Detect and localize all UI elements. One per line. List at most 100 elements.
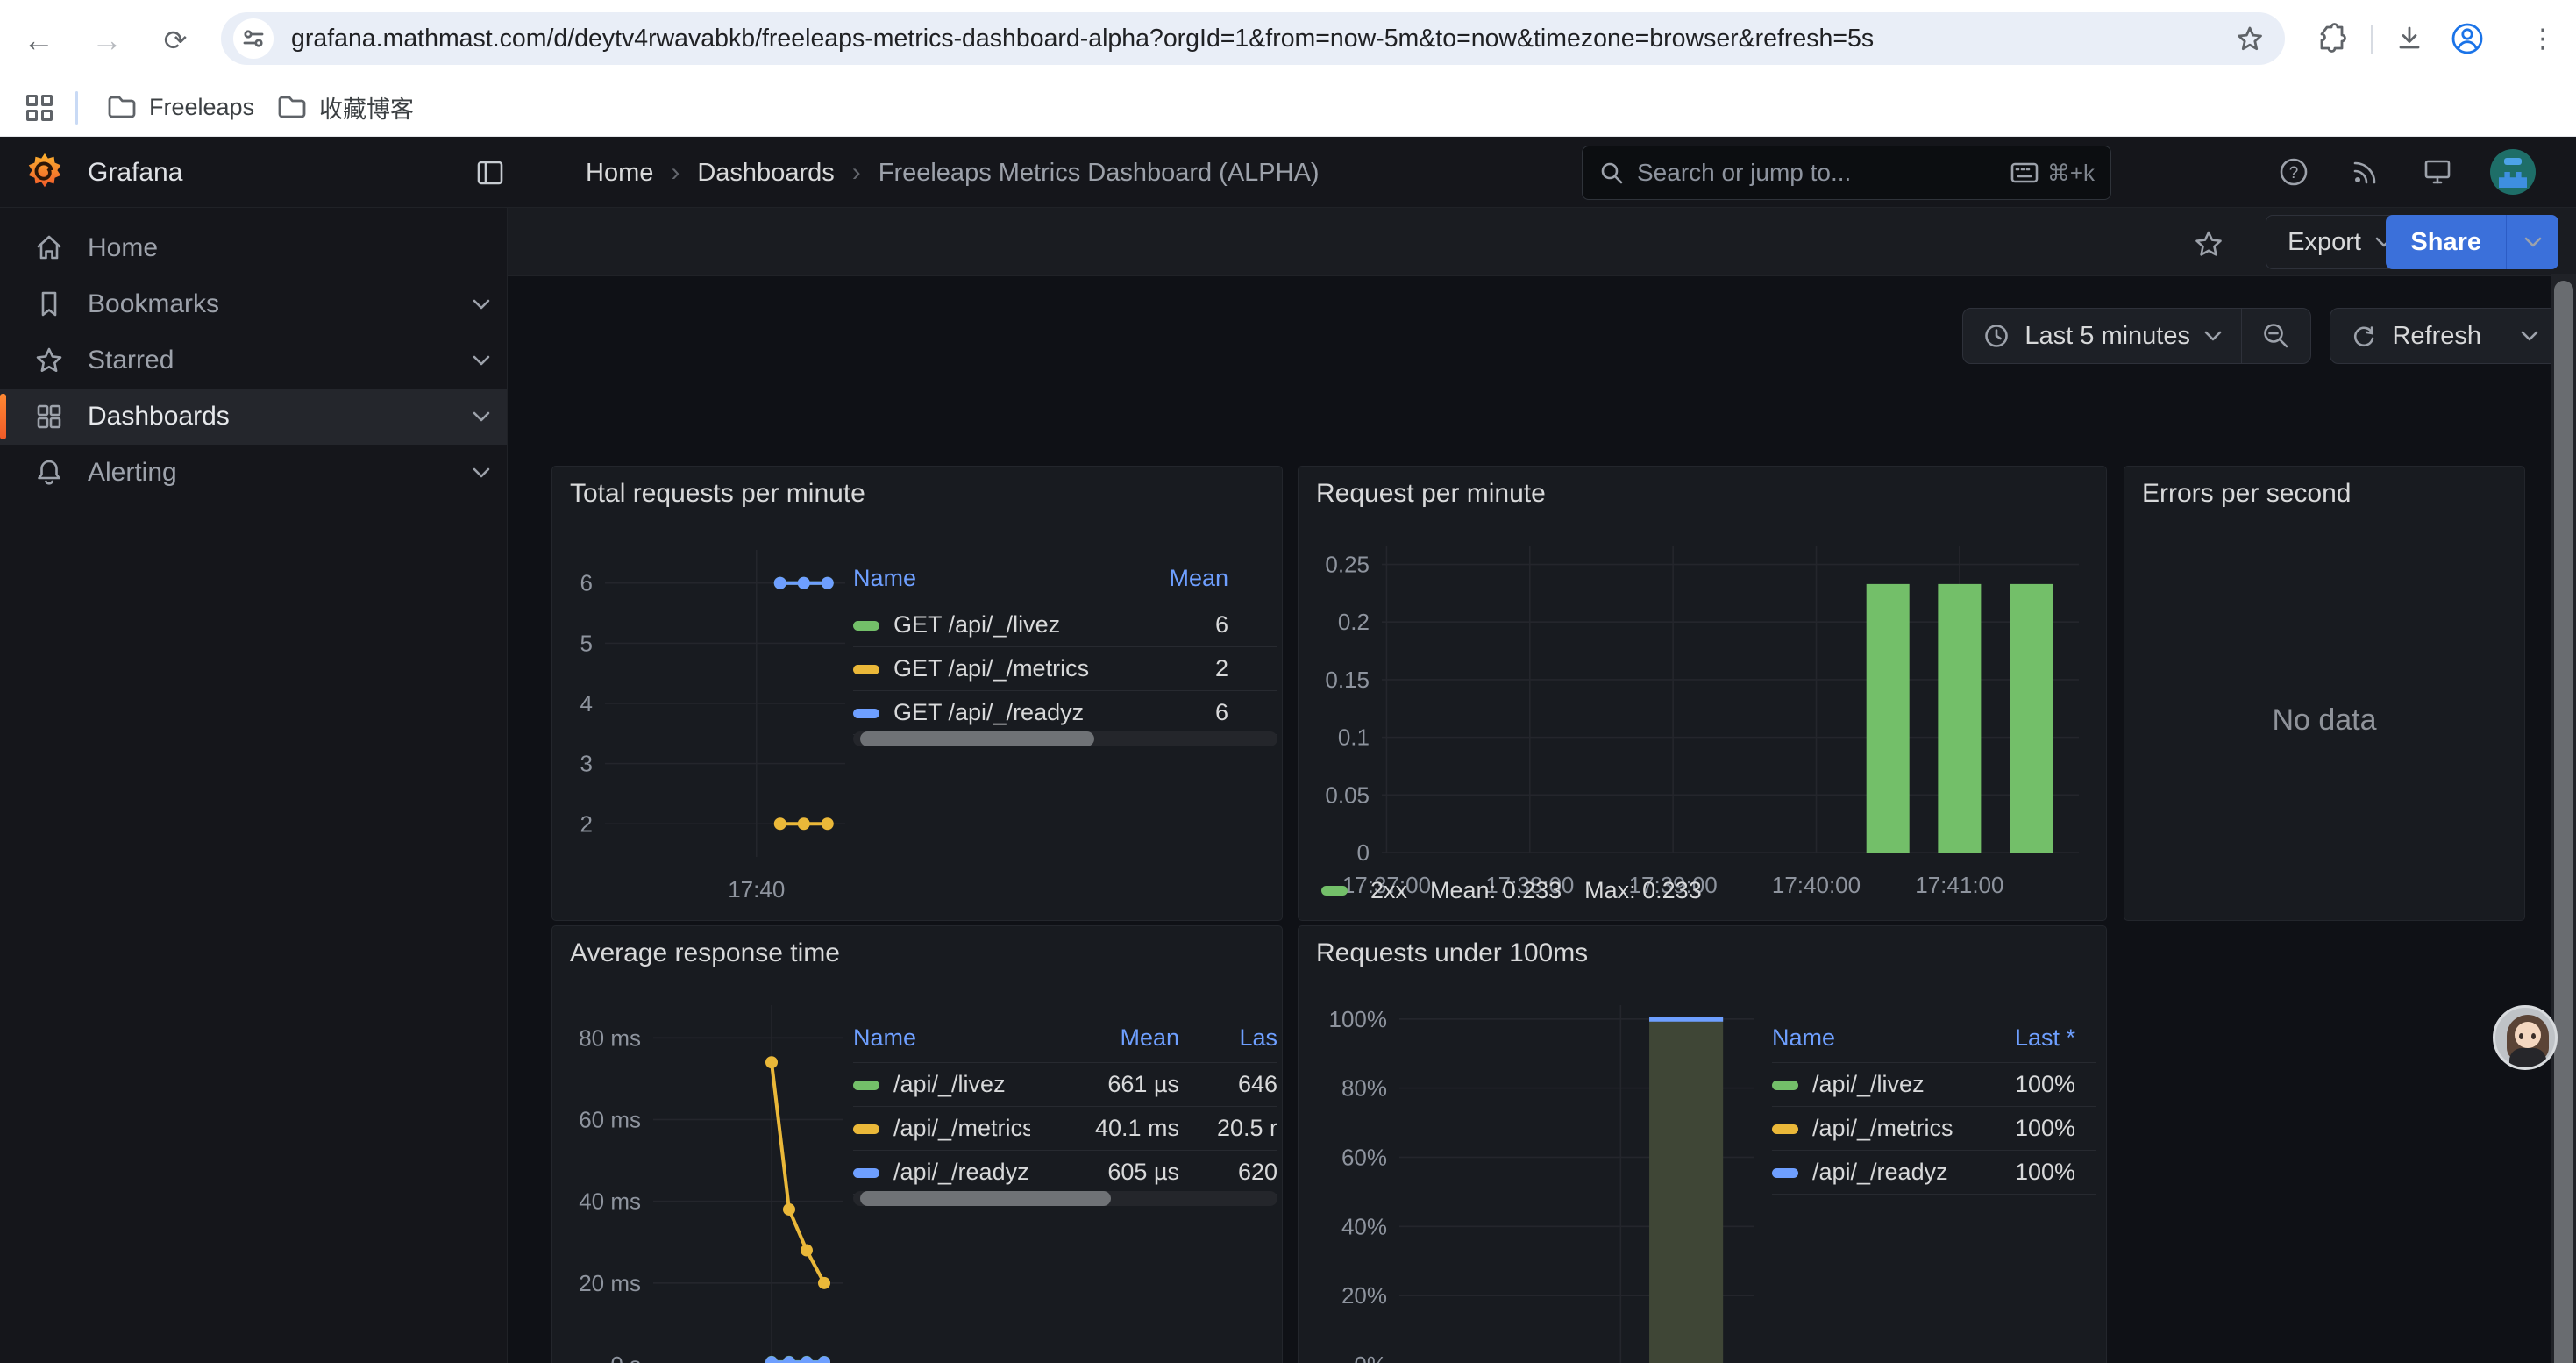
address-bar[interactable]	[221, 12, 2285, 65]
svg-text:0 s: 0 s	[610, 1352, 641, 1363]
legend-row[interactable]: /api/_/metrics 100%	[1772, 1107, 2096, 1151]
legend-row[interactable]: /api/_/livez 100%	[1772, 1063, 2096, 1107]
assistant-avatar-widget[interactable]	[2493, 1005, 2558, 1070]
share-label: Share	[2410, 228, 2481, 257]
grafana-app: Grafana Home › Dashboards › Freeleaps Me…	[0, 137, 2576, 1363]
grafana-brand[interactable]: Grafana	[88, 158, 182, 188]
panel-total-requests[interactable]: Total requests per minute 2345617:40 Nam…	[551, 466, 1283, 921]
breadcrumb-home[interactable]: Home	[586, 159, 653, 188]
series-name[interactable]: GET /api/_/readyz	[893, 699, 1084, 725]
panel-title[interactable]: Requests under 100ms	[1316, 938, 1588, 968]
chevron-down-icon[interactable]	[472, 298, 491, 310]
chevron-down-icon	[2524, 237, 2542, 248]
legend-table-total: Name Mean GET /api/_/livez 6 GET /api/_/…	[853, 558, 1277, 735]
legend-row[interactable]: /api/_/livez 661 µs 646	[853, 1063, 1277, 1107]
panel-title[interactable]: Total requests per minute	[570, 479, 865, 509]
url-input[interactable]	[291, 25, 2234, 54]
kiosk-mode-button[interactable]	[2420, 154, 2455, 189]
legend-header-name[interactable]: Name	[1772, 1017, 1991, 1063]
browser-profile-button[interactable]	[2448, 19, 2487, 58]
series-color-chip	[853, 621, 879, 631]
sidebar-item-bookmarks[interactable]: Bookmarks	[0, 276, 507, 332]
site-settings-button[interactable]	[233, 18, 274, 59]
legend-row[interactable]: /api/_/readyz 100%	[1772, 1151, 2096, 1195]
series-name[interactable]: /api/_/readyz	[1812, 1159, 1948, 1185]
panel-average-response-time[interactable]: Average response time 0 s20 ms40 ms60 ms…	[551, 925, 1283, 1363]
legend-header-name[interactable]: Name	[853, 1017, 1030, 1063]
legend-header-last[interactable]: Last *	[1991, 1017, 2096, 1063]
series-name[interactable]: /api/_/livez	[1812, 1071, 1925, 1097]
panel-request-per-minute[interactable]: Request per minute 00.050.10.150.20.2517…	[1298, 466, 2107, 921]
legend-row[interactable]: GET /api/_/livez 6	[853, 603, 1277, 647]
help-button[interactable]: ?	[2276, 154, 2311, 189]
panel-requests-under-100ms[interactable]: Requests under 100ms 0%20%40%60%80%100%1…	[1298, 925, 2107, 1363]
series-last: 100%	[1991, 1107, 2096, 1151]
chevron-down-icon[interactable]	[472, 467, 491, 479]
legend-header-name[interactable]: Name	[853, 558, 1137, 603]
dock-sidebar-icon[interactable]	[473, 156, 507, 189]
legend-row[interactable]: GET /api/_/readyz 6	[853, 691, 1277, 735]
search-box[interactable]: ⌘+k	[1582, 146, 2111, 200]
series-name[interactable]: /api/_/livez	[893, 1071, 1006, 1097]
breadcrumb-dashboards[interactable]: Dashboards	[697, 159, 834, 188]
sidebar-item-label: Dashboards	[88, 402, 230, 432]
time-range-picker[interactable]: Last 5 minutes	[1963, 309, 2241, 363]
bookmark-star-icon[interactable]	[2234, 23, 2266, 54]
refresh-button[interactable]: Refresh	[2330, 309, 2501, 363]
series-name[interactable]: /api/_/readyz	[893, 1159, 1029, 1185]
sidebar-item-home[interactable]: Home	[0, 220, 507, 276]
series-name[interactable]: GET /api/_/metrics	[893, 655, 1089, 682]
news-button[interactable]	[2348, 154, 2383, 189]
downloads-button[interactable]	[2390, 19, 2429, 58]
page-scrollbar[interactable]	[2551, 274, 2576, 1363]
legend-header-last[interactable]: Las	[1179, 1017, 1277, 1063]
series-name[interactable]: GET /api/_/livez	[893, 611, 1060, 638]
sidebar-item-dashboards[interactable]: Dashboards	[0, 389, 507, 445]
legend-scrollbar[interactable]	[853, 731, 1277, 746]
legend-header-mean[interactable]: Mean	[1137, 558, 1277, 603]
svg-text:?: ?	[2289, 164, 2299, 182]
profile-icon	[2449, 20, 2486, 57]
favorite-star-button[interactable]	[2192, 227, 2225, 260]
series-name[interactable]: /api/_/metrics	[1812, 1115, 1953, 1141]
series-name[interactable]: /api/_/metrics	[893, 1115, 1030, 1141]
bookmark-folder-blogs[interactable]: 收藏博客	[265, 84, 426, 130]
chevron-down-icon[interactable]	[472, 354, 491, 367]
share-button[interactable]: Share	[2386, 215, 2506, 269]
legend-row[interactable]: /api/_/metrics 40.1 ms 20.5 r	[853, 1107, 1277, 1151]
panel-title[interactable]: Errors per second	[2142, 479, 2351, 509]
chevron-down-icon[interactable]	[472, 410, 491, 423]
sidebar-nav: Home Bookmarks Starred Dashboards Alerti…	[0, 208, 508, 1363]
legend-scrollbar[interactable]	[853, 1191, 1277, 1206]
browser-reload-button[interactable]: ⟳	[156, 21, 195, 60]
sidebar-item-alerting[interactable]: Alerting	[0, 445, 507, 501]
back-icon: ←	[23, 22, 54, 59]
bookmark-folder-freeleaps[interactable]: Freeleaps	[95, 84, 267, 130]
refresh-interval-button[interactable]	[2501, 309, 2558, 363]
extensions-button[interactable]	[2311, 19, 2350, 58]
panel-errors-per-second[interactable]: Errors per second No data	[2124, 466, 2525, 921]
panel-title[interactable]: Average response time	[570, 938, 840, 968]
series-name[interactable]: 2xx	[1370, 877, 1407, 904]
panel-title[interactable]: Request per minute	[1316, 479, 1546, 509]
browser-forward-button[interactable]: →	[88, 21, 126, 60]
sidebar-item-starred[interactable]: Starred	[0, 332, 507, 389]
no-data-message: No data	[2124, 703, 2524, 738]
browser-back-button[interactable]: ←	[19, 21, 58, 60]
legend-header-mean[interactable]: Mean	[1030, 1017, 1179, 1063]
legend-table-avg: Name Mean Las /api/_/livez 661 µs 646 /a…	[853, 1017, 1277, 1195]
bookmark-label: 收藏博客	[319, 90, 414, 125]
search-input[interactable]	[1637, 159, 1998, 187]
apps-grid-icon[interactable]	[26, 95, 53, 121]
shortcut-label: ⌘+k	[2047, 160, 2095, 187]
legend-row[interactable]: GET /api/_/metrics 2	[853, 647, 1277, 691]
refresh-group: Refresh	[2330, 308, 2558, 364]
legend-row[interactable]: /api/_/readyz 605 µs 620	[853, 1151, 1277, 1195]
browser-menu-button[interactable]: ⋮	[2523, 19, 2562, 58]
series-color-chip	[853, 1124, 879, 1134]
share-menu-button[interactable]	[2506, 215, 2558, 269]
svg-text:17:41:00: 17:41:00	[1915, 872, 2003, 898]
grafana-logo[interactable]	[25, 152, 65, 192]
zoom-out-button[interactable]	[2242, 309, 2310, 363]
user-avatar[interactable]	[2490, 149, 2536, 195]
